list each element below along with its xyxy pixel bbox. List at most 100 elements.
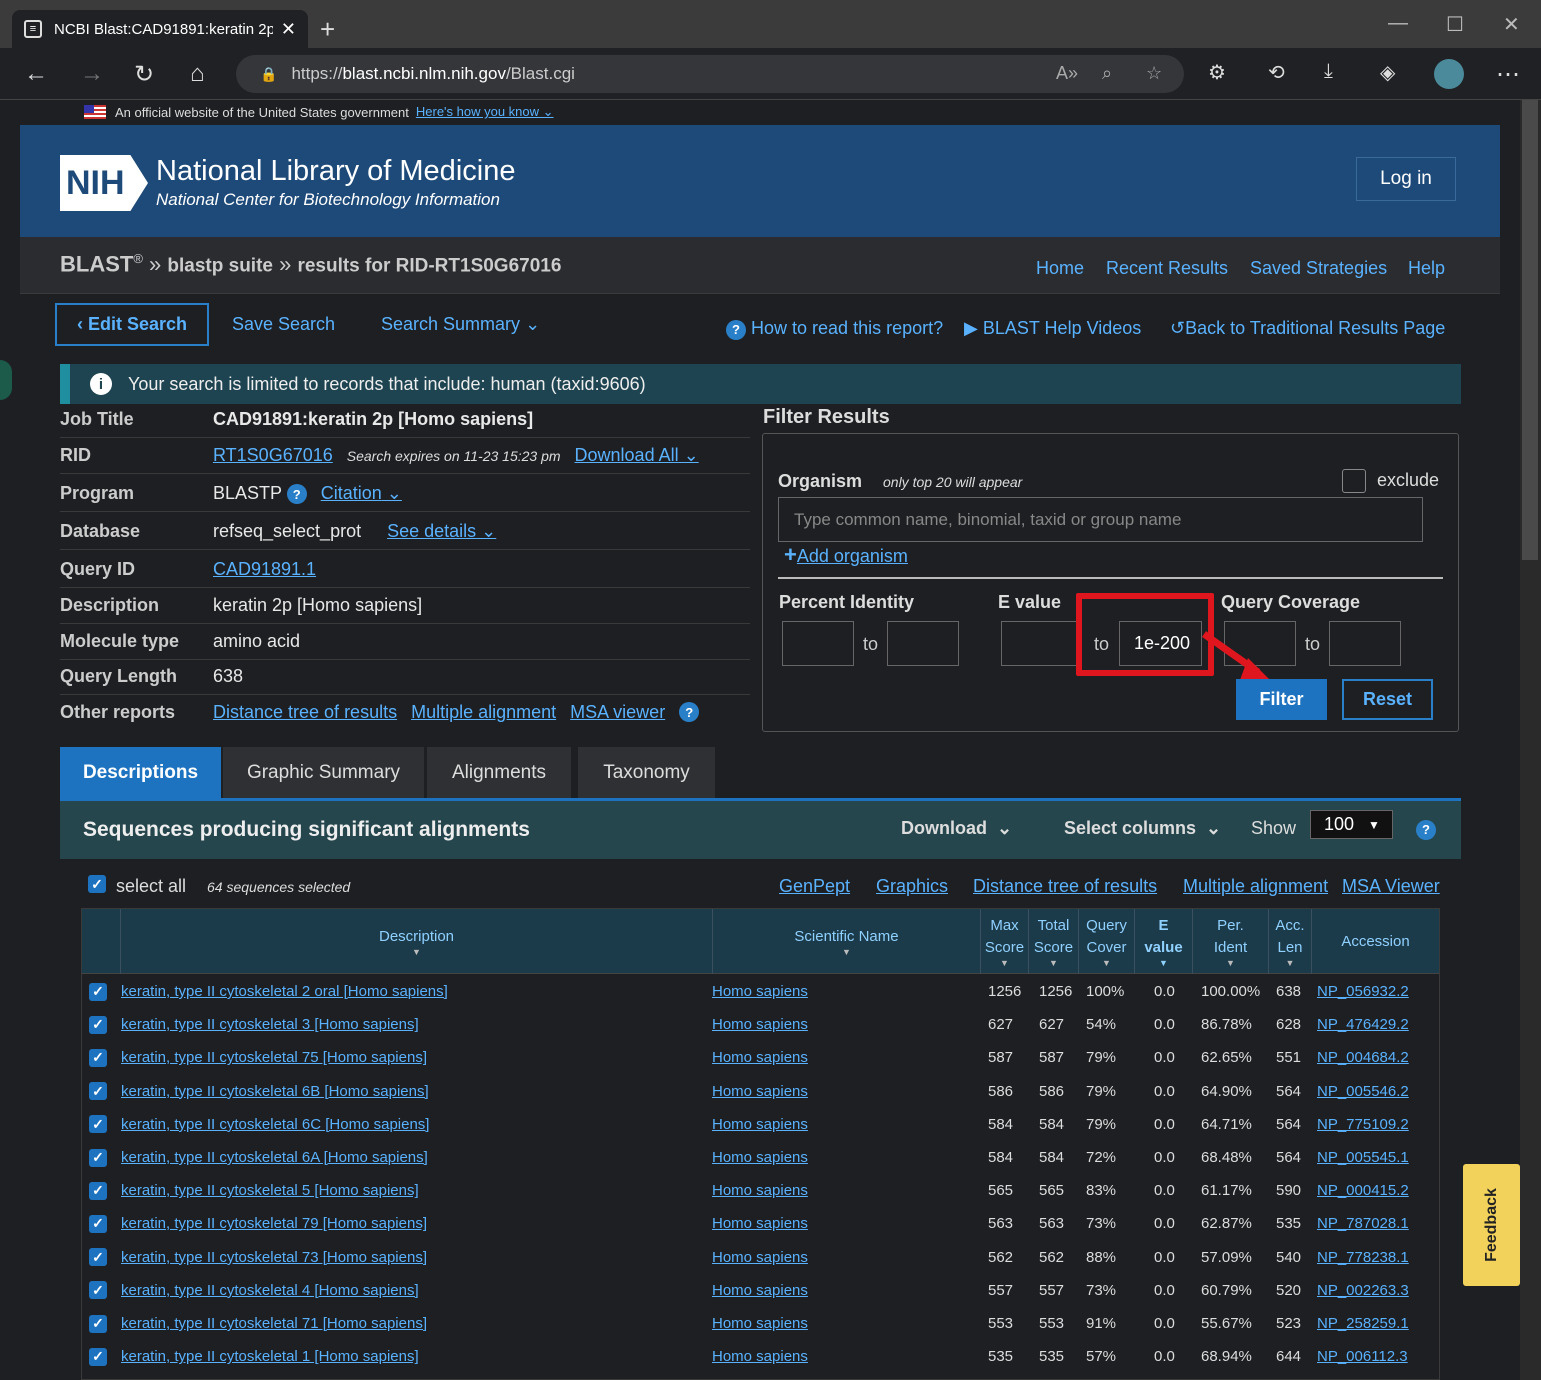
maximize-icon[interactable]: ☐: [1446, 12, 1464, 37]
row-checkbox[interactable]: ✓: [89, 1314, 107, 1333]
filter-button[interactable]: Filter: [1236, 679, 1327, 720]
scrollbar-thumb[interactable]: [1522, 100, 1538, 560]
row-accession-link[interactable]: NP_005546.2: [1317, 1083, 1409, 1100]
distance-tree-link[interactable]: Distance tree of results: [213, 702, 397, 723]
row-scientific-name-link[interactable]: Homo sapiens: [712, 1149, 808, 1166]
zoom-icon[interactable]: ⌕: [1102, 63, 1112, 84]
query-id-link[interactable]: CAD91891.1: [213, 559, 316, 580]
row-checkbox[interactable]: ✓: [89, 1048, 107, 1067]
select-columns-dropdown[interactable]: Select columns ⌄: [1064, 818, 1221, 839]
row-scientific-name-link[interactable]: Homo sapiens: [712, 1215, 808, 1232]
row-accession-link[interactable]: NP_778238.1: [1317, 1249, 1409, 1266]
reload-icon[interactable]: ↻: [134, 60, 154, 89]
extensions-icon[interactable]: ⚙: [1208, 60, 1226, 85]
row-checkbox[interactable]: ✓: [89, 1281, 107, 1300]
forward-icon[interactable]: →: [80, 60, 104, 88]
row-scientific-name-link[interactable]: Homo sapiens: [712, 1315, 808, 1332]
query-coverage-to-input[interactable]: [1329, 621, 1401, 666]
row-scientific-name-link[interactable]: Homo sapiens: [712, 1182, 808, 1199]
help-icon[interactable]: ?: [286, 484, 307, 505]
help-icon[interactable]: ?: [1416, 819, 1436, 840]
multiple-alignment-link[interactable]: Multiple alignment: [1183, 876, 1328, 897]
address-bar[interactable]: 🔒 https://blast.ncbi.nlm.nih.gov/Blast.c…: [236, 55, 1184, 93]
download-all-link[interactable]: Download All ⌄: [575, 445, 699, 466]
row-checkbox[interactable]: ✓: [89, 1082, 107, 1101]
how-to-read-link[interactable]: ? How to read this report?: [726, 318, 943, 340]
organism-input[interactable]: Type common name, binomial, taxid or gro…: [778, 497, 1423, 542]
reset-button[interactable]: Reset: [1342, 679, 1433, 720]
genpept-link[interactable]: GenPept: [779, 876, 850, 897]
citation-link[interactable]: Citation ⌄: [321, 483, 402, 504]
col-evalue[interactable]: Evalue ▼: [1134, 909, 1192, 974]
col-accession[interactable]: Accession: [1311, 909, 1439, 974]
row-accession-link[interactable]: NP_775109.2: [1317, 1116, 1409, 1133]
row-scientific-name-link[interactable]: Homo sapiens: [712, 1249, 808, 1266]
row-description-link[interactable]: keratin, type II cytoskeletal 6A [Homo s…: [121, 1149, 428, 1166]
close-window-icon[interactable]: ✕: [1503, 12, 1520, 37]
nih-logo[interactable]: NIH: [60, 155, 148, 211]
tab-alignments[interactable]: Alignments: [427, 747, 571, 799]
col-max-score[interactable]: Max Score ▼: [980, 909, 1028, 974]
row-accession-link[interactable]: NP_006112.3: [1317, 1348, 1408, 1365]
save-search-link[interactable]: Save Search: [232, 314, 335, 335]
graphics-link[interactable]: Graphics: [876, 876, 948, 897]
row-accession-link[interactable]: NP_002263.3: [1317, 1282, 1409, 1299]
distance-tree-link[interactable]: Distance tree of results: [973, 876, 1157, 897]
row-description-link[interactable]: keratin, type II cytoskeletal 3 [Homo sa…: [121, 1016, 419, 1033]
col-total-score[interactable]: Total Score ▼: [1028, 909, 1078, 974]
history-icon[interactable]: ⟲: [1268, 60, 1285, 85]
multiple-alignment-link[interactable]: Multiple alignment: [411, 702, 556, 723]
row-scientific-name-link[interactable]: Homo sapiens: [712, 983, 808, 1000]
feedback-button[interactable]: Feedback: [1463, 1164, 1520, 1286]
msa-viewer-link[interactable]: MSA viewer: [570, 702, 665, 723]
help-icon[interactable]: ?: [679, 702, 700, 722]
show-count-select[interactable]: 100 ▼: [1310, 810, 1393, 839]
percent-identity-from-input[interactable]: [782, 621, 854, 666]
row-description-link[interactable]: keratin, type II cytoskeletal 2 oral [Ho…: [121, 983, 448, 1000]
row-description-link[interactable]: keratin, type II cytoskeletal 73 [Homo s…: [121, 1249, 427, 1266]
read-aloud-icon[interactable]: A»: [1056, 63, 1078, 84]
help-videos-link[interactable]: ▶ BLAST Help Videos: [964, 318, 1141, 339]
collections-icon[interactable]: ◈: [1380, 60, 1395, 85]
favorite-icon[interactable]: ☆: [1146, 63, 1162, 84]
row-description-link[interactable]: keratin, type II cytoskeletal 79 [Homo s…: [121, 1215, 427, 1232]
nav-recent-results[interactable]: Recent Results: [1106, 258, 1228, 279]
row-checkbox[interactable]: ✓: [89, 1015, 107, 1034]
downloads-icon[interactable]: ⤓: [1324, 60, 1333, 83]
edit-search-button[interactable]: ‹ Edit Search: [55, 303, 209, 346]
row-checkbox[interactable]: ✓: [89, 1115, 107, 1134]
row-description-link[interactable]: keratin, type II cytoskeletal 6C [Homo s…: [121, 1116, 429, 1133]
tab-taxonomy[interactable]: Taxonomy: [578, 747, 715, 799]
back-icon[interactable]: ←: [24, 60, 48, 88]
exclude-checkbox[interactable]: [1342, 469, 1366, 493]
row-scientific-name-link[interactable]: Homo sapiens: [712, 1348, 808, 1365]
home-icon[interactable]: ⌂: [190, 60, 205, 88]
download-dropdown[interactable]: Download ⌄: [901, 818, 1012, 839]
row-accession-link[interactable]: NP_005545.1: [1317, 1149, 1409, 1166]
row-scientific-name-link[interactable]: Homo sapiens: [712, 1116, 808, 1133]
row-checkbox[interactable]: ✓: [89, 1248, 107, 1267]
row-checkbox[interactable]: ✓: [89, 1214, 107, 1233]
add-organism-link[interactable]: +Add organism: [784, 542, 908, 568]
row-description-link[interactable]: keratin, type II cytoskeletal 75 [Homo s…: [121, 1049, 427, 1066]
nav-saved-strategies[interactable]: Saved Strategies: [1250, 258, 1387, 279]
row-description-link[interactable]: keratin, type II cytoskeletal 5 [Homo sa…: [121, 1182, 419, 1199]
row-scientific-name-link[interactable]: Homo sapiens: [712, 1282, 808, 1299]
nav-help[interactable]: Help: [1408, 258, 1445, 279]
login-button[interactable]: Log in: [1356, 157, 1456, 201]
profile-avatar[interactable]: [1434, 59, 1464, 89]
search-summary-dropdown[interactable]: Search Summary ⌄: [381, 314, 540, 335]
heres-how-link[interactable]: Here's how you know ⌄: [416, 104, 554, 120]
row-checkbox[interactable]: ✓: [89, 1347, 107, 1366]
msa-viewer-link[interactable]: MSA Viewer: [1342, 876, 1440, 897]
row-accession-link[interactable]: NP_000415.2: [1317, 1182, 1409, 1199]
more-menu-icon[interactable]: ⋯: [1496, 60, 1520, 89]
row-accession-link[interactable]: NP_258259.1: [1317, 1315, 1409, 1332]
row-scientific-name-link[interactable]: Homo sapiens: [712, 1083, 808, 1100]
row-checkbox[interactable]: ✓: [89, 1148, 107, 1167]
select-all-checkbox[interactable]: ✓: [88, 875, 106, 893]
row-description-link[interactable]: keratin, type II cytoskeletal 6B [Homo s…: [121, 1083, 429, 1100]
see-details-link[interactable]: See details ⌄: [387, 521, 496, 542]
col-query-cover[interactable]: Query Cover ▼: [1078, 909, 1134, 974]
browser-tab[interactable]: ≡ NCBI Blast:CAD91891:keratin 2p ✕: [12, 10, 308, 48]
